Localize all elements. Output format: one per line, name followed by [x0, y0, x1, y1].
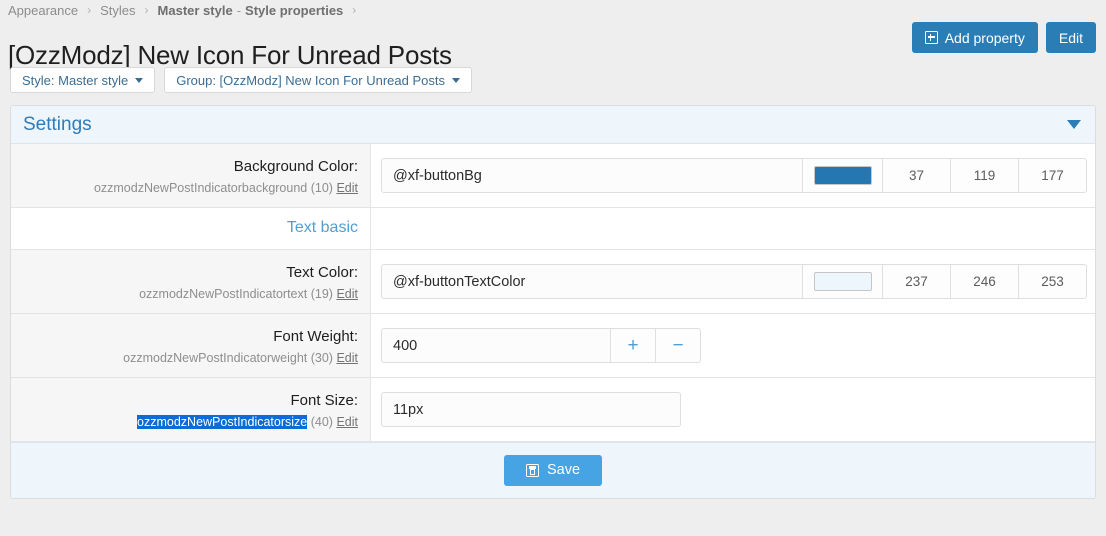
text-color-r-cell[interactable]: 237: [882, 265, 950, 298]
row-field-background-color: 37 119 177: [371, 144, 1096, 207]
row-subtitle: ozzmodzNewPostIndicatorbackground (10) E…: [23, 180, 358, 196]
rgb-r-value: 37: [909, 168, 924, 183]
property-index: (10): [311, 181, 333, 195]
row-label-text-color: Text Color: ozzmodzNewPostIndicatortext …: [11, 250, 371, 313]
text-color-b-cell[interactable]: 253: [1018, 265, 1086, 298]
row-subtitle: ozzmodzNewPostIndicatorsize (40) Edit: [23, 414, 358, 430]
font-weight-increment-button[interactable]: +: [610, 329, 655, 362]
color-swatch[interactable]: [814, 166, 872, 185]
text-color-swatch-cell[interactable]: [802, 265, 882, 298]
row-title: Font Weight:: [23, 327, 358, 346]
section-spacer: [371, 208, 1095, 249]
font-size-input[interactable]: [381, 392, 681, 427]
background-color-value-input[interactable]: [382, 159, 802, 192]
row-font-size: Font Size: ozzmodzNewPostIndicatorsize (…: [11, 378, 1095, 442]
row-title: Font Size:: [23, 391, 358, 410]
save-label: Save: [547, 463, 580, 478]
rgb-b-value: 177: [1041, 168, 1064, 183]
row-field-font-weight: + −: [371, 314, 1095, 377]
breadcrumb-item-styles[interactable]: Styles: [100, 3, 135, 18]
row-field-font-size: [371, 378, 1095, 441]
save-button[interactable]: Save: [504, 455, 602, 486]
floppy-disk-icon: [526, 464, 539, 477]
settings-block-footer: Save: [11, 442, 1095, 498]
row-subtitle: ozzmodzNewPostIndicatortext (19) Edit: [23, 286, 358, 302]
property-name: ozzmodzNewPostIndicatorweight: [123, 351, 307, 365]
filter-bar: Style: Master style Group: [OzzModz] New…: [10, 67, 472, 93]
row-section-text-basic: Text basic: [11, 208, 1095, 250]
chevron-down-icon[interactable]: [1067, 120, 1081, 129]
breadcrumb-separator-icon: ›: [87, 3, 91, 17]
row-background-color: Background Color: ozzmodzNewPostIndicato…: [11, 144, 1095, 208]
add-property-label: Add property: [945, 31, 1025, 45]
add-property-button[interactable]: Add property: [912, 22, 1038, 53]
row-label-font-weight: Font Weight: ozzmodzNewPostIndicatorweig…: [11, 314, 371, 377]
text-color-g-cell[interactable]: 246: [950, 265, 1018, 298]
settings-block: Settings Background Color: ozzmodzNewPos…: [10, 105, 1096, 499]
edit-link[interactable]: Edit: [336, 351, 358, 365]
background-color-r-cell[interactable]: 37: [882, 159, 950, 192]
property-index: (19): [311, 287, 333, 301]
property-name: ozzmodzNewPostIndicatorbackground: [94, 181, 307, 195]
row-field-text-color: 237 246 253: [371, 250, 1096, 313]
style-filter-label: Style: Master style: [22, 73, 128, 88]
breadcrumb-separator-icon: ›: [352, 3, 356, 17]
breadcrumb-item-style-properties[interactable]: Style properties: [245, 3, 343, 18]
settings-block-header[interactable]: Settings: [11, 106, 1095, 144]
background-color-g-cell[interactable]: 119: [950, 159, 1018, 192]
style-filter-dropdown[interactable]: Style: Master style: [10, 67, 155, 93]
edit-link[interactable]: Edit: [336, 181, 358, 195]
font-weight-input[interactable]: [382, 329, 610, 362]
row-subtitle: ozzmodzNewPostIndicatorweight (30) Edit: [23, 350, 358, 366]
edit-button[interactable]: Edit: [1046, 22, 1096, 53]
font-weight-stepper: + −: [381, 328, 701, 363]
group-filter-dropdown[interactable]: Group: [OzzModz] New Icon For Unread Pos…: [164, 67, 472, 93]
rgb-b-value: 253: [1041, 274, 1064, 289]
color-swatch[interactable]: [814, 272, 872, 291]
chevron-down-icon: [135, 78, 143, 83]
text-color-input-group: 237 246 253: [381, 264, 1087, 299]
property-name-selected: ozzmodzNewPostIndicatorsize: [137, 415, 307, 429]
breadcrumb: Appearance › Styles › Master style - Sty…: [8, 0, 365, 20]
breadcrumb-dash: -: [237, 3, 241, 18]
rgb-g-value: 119: [974, 168, 996, 183]
breadcrumb-item-master-style[interactable]: Master style: [158, 3, 233, 18]
rgb-r-value: 237: [905, 274, 928, 289]
row-label-background-color: Background Color: ozzmodzNewPostIndicato…: [11, 144, 371, 207]
row-label-font-size: Font Size: ozzmodzNewPostIndicatorsize (…: [11, 378, 371, 441]
row-font-weight: Font Weight: ozzmodzNewPostIndicatorweig…: [11, 314, 1095, 378]
edit-link[interactable]: Edit: [336, 415, 358, 429]
page-root: Appearance › Styles › Master style - Sty…: [0, 0, 1106, 536]
page-actions: Add property Edit: [912, 22, 1096, 53]
rgb-g-value: 246: [973, 274, 996, 289]
row-title: Text Color:: [23, 263, 358, 282]
property-name: ozzmodzNewPostIndicatortext: [139, 287, 307, 301]
row-title: Background Color:: [23, 157, 358, 176]
property-index: (30): [311, 351, 333, 365]
breadcrumb-separator-icon: ›: [145, 3, 149, 17]
background-color-input-group: 37 119 177: [381, 158, 1087, 193]
edit-link[interactable]: Edit: [336, 287, 358, 301]
breadcrumb-item-appearance[interactable]: Appearance: [8, 3, 78, 18]
background-color-b-cell[interactable]: 177: [1018, 159, 1086, 192]
group-filter-label: Group: [OzzModz] New Icon For Unread Pos…: [176, 73, 445, 88]
plus-square-icon: [925, 31, 938, 44]
settings-block-title: Settings: [23, 114, 92, 136]
section-label-text-basic: Text basic: [11, 208, 371, 249]
text-color-value-input[interactable]: [382, 265, 802, 298]
font-weight-decrement-button[interactable]: −: [655, 329, 700, 362]
property-index: (40): [311, 415, 333, 429]
background-color-swatch-cell[interactable]: [802, 159, 882, 192]
chevron-down-icon: [452, 78, 460, 83]
row-text-color: Text Color: ozzmodzNewPostIndicatortext …: [11, 250, 1095, 314]
